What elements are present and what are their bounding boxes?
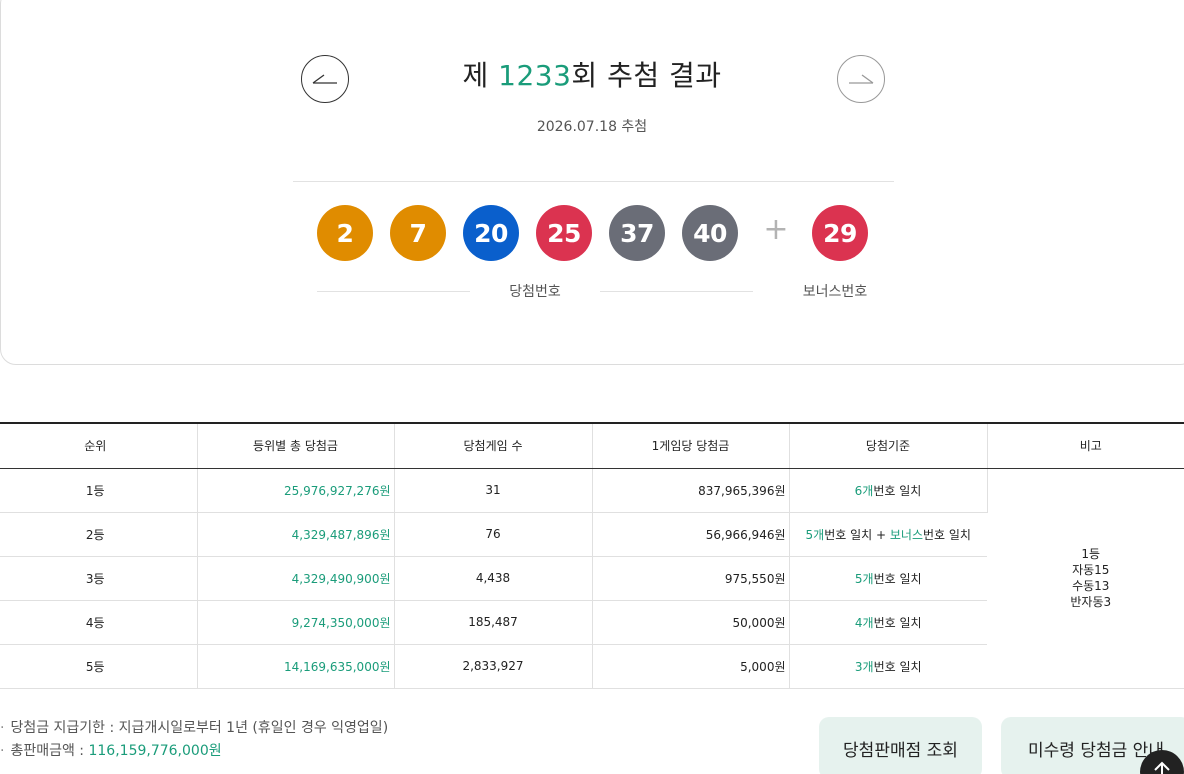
winning-number-ball: 40 <box>682 205 738 261</box>
match-text: 번호 일치 + <box>824 527 890 542</box>
header-criteria: 당첨기준 <box>789 422 988 469</box>
criteria-cell: 4개번호 일치 <box>789 600 987 645</box>
total-prize-cell: 4,329,487,896원 <box>197 512 395 557</box>
arrow-right-icon <box>849 74 874 84</box>
winning-number-ball: 2 <box>317 205 373 261</box>
total-sales-value: 116,159,776,000원 <box>88 743 222 759</box>
total-sales-label: 총판매금액 : <box>10 743 89 759</box>
criteria-cell: 6개번호 일치 <box>789 468 988 513</box>
note-line: 1등 <box>1081 547 1101 561</box>
next-draw-button[interactable] <box>837 55 885 103</box>
winning-number-ball: 25 <box>536 205 592 261</box>
match-text: 번호 일치 <box>873 615 922 630</box>
note-line: 반자동3 <box>1070 595 1112 609</box>
note-cell: 1등 자동15 수동13 반자동3 <box>987 468 1184 689</box>
match-count: 5개 <box>854 571 874 586</box>
winning-number-ball: 20 <box>463 205 519 261</box>
winning-number-ball: 37 <box>609 205 665 261</box>
match-count: 5개 <box>805 527 825 542</box>
match-count: 3개 <box>854 659 874 674</box>
criteria-cell: 3개번호 일치 <box>789 644 987 689</box>
card-divider <box>293 181 894 182</box>
total-prize-cell: 9,274,350,000원 <box>197 600 395 645</box>
criteria-cell: 5개번호 일치 + 보너스번호 일치 <box>789 512 987 557</box>
match-count: 6개 <box>854 483 874 498</box>
table-header-row: 순위 등위별 총 당첨금 당첨게임 수 1게임당 당첨금 당첨기준 비고 <box>0 422 1184 469</box>
note-line: 수동13 <box>1072 579 1110 593</box>
header-prize-per-game: 1게임당 당첨금 <box>592 422 790 469</box>
per-game-cell: 5,000원 <box>592 644 790 689</box>
label-divider-right <box>600 291 753 292</box>
draw-round-number: 1233 <box>498 59 572 92</box>
match-text: 번호 일치 <box>873 571 922 586</box>
total-prize-cell: 14,169,635,000원 <box>197 644 395 689</box>
winning-numbers-label: 당첨번호 <box>509 284 561 300</box>
header-total-prize: 등위별 총 당첨금 <box>197 422 395 469</box>
payment-deadline-note: · 당첨금 지급기한 : 지급개시일로부터 1년 (휴일인 경우 익영업일) <box>0 717 388 740</box>
match-text: 번호 일치 <box>923 527 971 542</box>
winning-store-search-button[interactable]: 당첨판매점 조회 <box>819 717 982 774</box>
label-divider-left <box>317 291 470 292</box>
match-text: 번호 일치 <box>873 659 922 674</box>
prize-table: 순위 등위별 총 당첨금 당첨게임 수 1게임당 당첨금 당첨기준 비고 1등 … <box>0 422 1184 689</box>
bullet: · <box>0 720 5 736</box>
match-count: 4개 <box>854 615 874 630</box>
arrow-up-icon <box>1154 761 1170 774</box>
per-game-cell: 50,000원 <box>592 600 790 645</box>
rank-cell: 4등 <box>0 600 198 645</box>
rank-cell: 1등 <box>0 468 198 513</box>
bonus-text: 보너스 <box>889 527 923 542</box>
note-line: 자동15 <box>1072 563 1110 577</box>
bullet: · <box>0 743 5 759</box>
bonus-number-ball: 29 <box>812 205 868 261</box>
games-cell: 185,487 <box>394 600 593 645</box>
total-prize-cell: 4,329,490,900원 <box>197 556 395 601</box>
winning-number-ball: 7 <box>390 205 446 261</box>
payment-deadline-text: 당첨금 지급기한 : 지급개시일로부터 1년 (휴일인 경우 익영업일) <box>10 720 389 736</box>
total-sales-note: · 총판매금액 : 116,159,776,000원 <box>0 740 388 763</box>
plus-sign: + <box>763 212 789 247</box>
rank-cell: 5등 <box>0 644 198 689</box>
per-game-cell: 837,965,396원 <box>592 468 790 513</box>
total-prize-cell: 25,976,927,276원 <box>197 468 395 513</box>
header-note: 비고 <box>987 422 1184 469</box>
match-text: 번호 일치 <box>873 483 922 498</box>
header-winning-games: 당첨게임 수 <box>394 422 593 469</box>
games-cell: 2,833,927 <box>394 644 593 689</box>
bonus-number-label: 보너스번호 <box>802 284 868 300</box>
per-game-cell: 975,550원 <box>592 556 790 601</box>
games-cell: 31 <box>394 468 593 513</box>
rank-cell: 2등 <box>0 512 198 557</box>
draw-title: 제 1233회 추첨 결과 <box>0 54 1184 94</box>
per-game-cell: 56,966,946원 <box>592 512 790 557</box>
header-rank: 순위 <box>0 422 198 469</box>
criteria-cell: 5개번호 일치 <box>789 556 987 601</box>
table-row: 1등 25,976,927,276원 31 837,965,396원 6개번호 … <box>0 468 1184 689</box>
draw-date: 2026.07.18 추첨 <box>536 119 648 135</box>
title-prefix: 제 <box>462 59 499 92</box>
footer-notes: · 당첨금 지급기한 : 지급개시일로부터 1년 (휴일인 경우 익영업일) · 총… <box>0 717 388 763</box>
games-cell: 4,438 <box>394 556 593 601</box>
games-cell: 76 <box>394 512 593 557</box>
rank-cell: 3등 <box>0 556 198 601</box>
title-suffix: 회 추첨 결과 <box>571 59 722 92</box>
